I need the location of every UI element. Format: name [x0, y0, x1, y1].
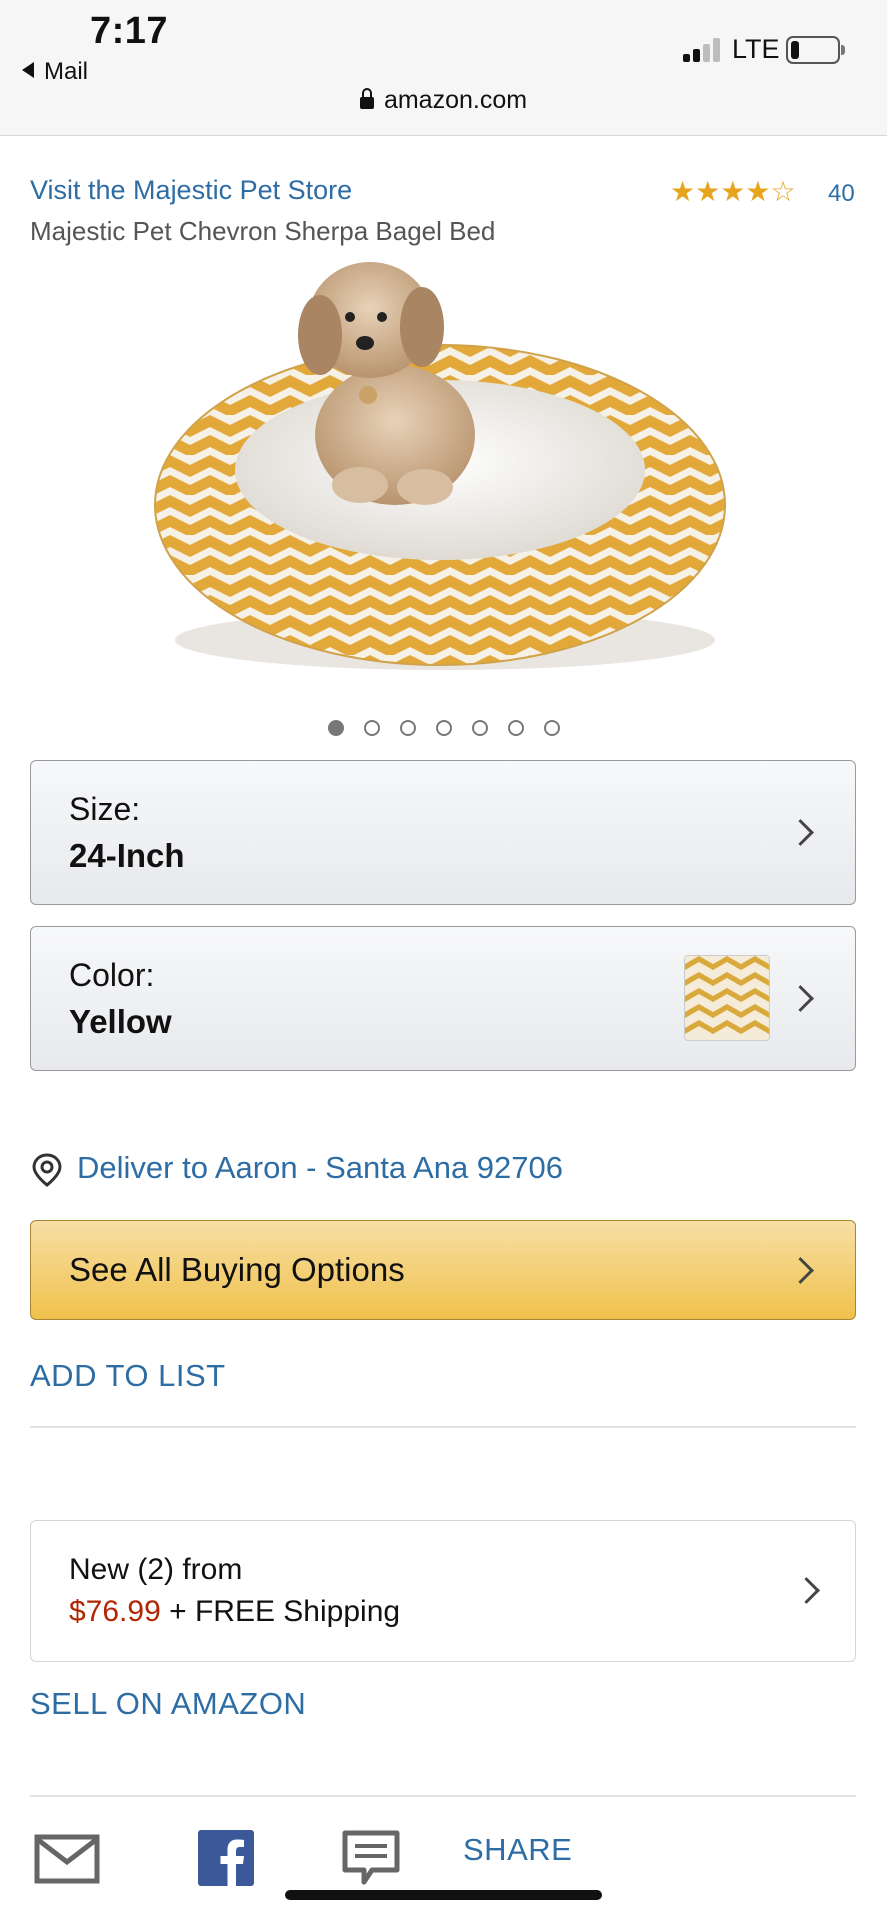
carousel-dot[interactable]	[507, 720, 524, 736]
star-icon: ★	[670, 176, 696, 207]
carousel-dot[interactable]	[327, 720, 344, 736]
back-arrow-icon	[22, 62, 34, 78]
size-selector[interactable]: Size: 24-Inch	[30, 760, 856, 905]
store-link[interactable]: Visit the Majestic Pet Store	[30, 175, 352, 206]
review-count[interactable]: 40	[828, 180, 855, 208]
product-title: Majestic Pet Chevron Sherpa Bagel Bed	[30, 216, 496, 246]
offer-price: $76.99	[69, 1595, 161, 1628]
sell-on-amazon-link[interactable]: SELL ON AMAZON	[30, 1686, 306, 1722]
chevron-right-icon	[793, 1577, 820, 1604]
size-value: 24-Inch	[69, 837, 185, 874]
network-type: LTE	[732, 34, 780, 64]
add-to-list-link[interactable]: ADD TO LIST	[30, 1358, 226, 1394]
carousel-dot[interactable]	[435, 720, 452, 736]
carousel-dot[interactable]	[363, 720, 380, 736]
status-bar: 7:17 Mail LTE amazon.com	[0, 0, 887, 136]
color-selector[interactable]: Color: Yellow	[30, 926, 856, 1071]
battery-icon	[786, 36, 845, 64]
new-offers-box[interactable]: New (2) from $76.99 + FREE Shipping	[30, 1520, 856, 1662]
star-icon: ★	[695, 176, 721, 207]
facebook-share-icon[interactable]	[198, 1830, 254, 1886]
carousel-dot[interactable]	[399, 720, 416, 736]
rating-stars[interactable]: ★★★★☆	[670, 175, 796, 208]
carousel-dot[interactable]	[543, 720, 560, 736]
clock: 7:17	[90, 10, 169, 52]
buy-button-label: See All Buying Options	[69, 1251, 405, 1288]
url-text: amazon.com	[383, 86, 528, 114]
deliver-to-link[interactable]: Deliver to Aaron - Santa Ana 92706	[77, 1150, 563, 1186]
address-bar[interactable]: amazon.com	[0, 86, 887, 115]
star-outline-icon: ☆	[770, 176, 796, 207]
offer-price-line: $76.99 + FREE Shipping	[69, 1595, 400, 1629]
chevron-right-icon	[787, 985, 814, 1012]
divider	[30, 1795, 856, 1797]
offer-count: New (2) from	[69, 1553, 243, 1586]
email-share-icon[interactable]	[34, 1834, 100, 1884]
star-icon: ★	[745, 176, 771, 207]
divider	[30, 1426, 856, 1428]
star-icon: ★	[720, 176, 746, 207]
color-swatch	[684, 955, 770, 1041]
lock-icon	[359, 88, 374, 109]
shipping-text: + FREE Shipping	[160, 1595, 401, 1628]
share-link[interactable]: SHARE	[463, 1832, 572, 1868]
back-to-mail-button[interactable]: Mail	[22, 58, 88, 86]
location-pin-icon	[32, 1153, 62, 1187]
product-image[interactable]	[150, 255, 740, 685]
color-label: Color:	[69, 957, 155, 993]
image-carousel-dots[interactable]	[0, 720, 887, 736]
message-share-icon[interactable]	[342, 1830, 400, 1886]
color-value: Yellow	[69, 1003, 172, 1040]
back-app-label: Mail	[44, 58, 89, 85]
size-label: Size:	[69, 791, 141, 827]
signal-strength-icon	[683, 38, 723, 62]
chevron-right-icon	[787, 1257, 814, 1284]
see-all-buying-options-button[interactable]: See All Buying Options	[30, 1220, 856, 1320]
carousel-dot[interactable]	[471, 720, 488, 736]
home-indicator[interactable]	[285, 1890, 602, 1900]
chevron-right-icon	[787, 819, 814, 846]
